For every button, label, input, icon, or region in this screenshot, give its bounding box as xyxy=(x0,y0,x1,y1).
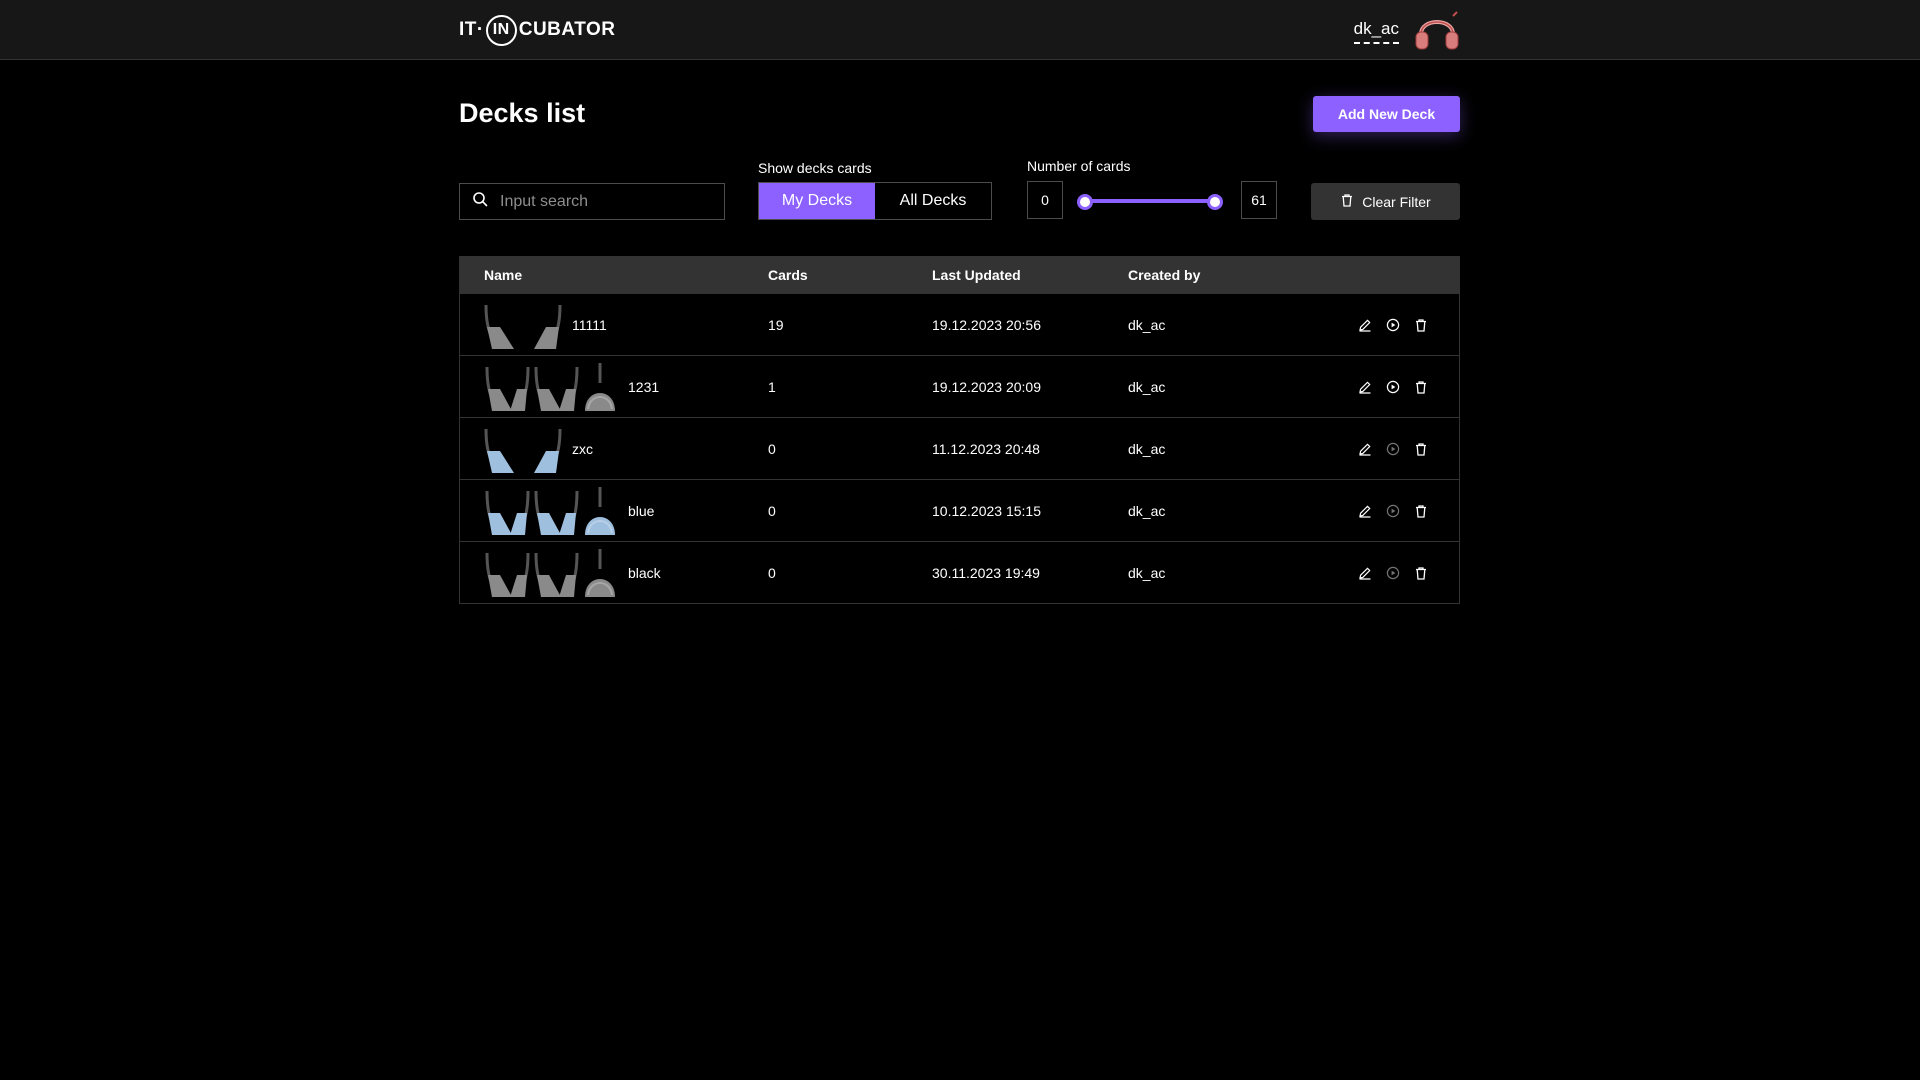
deck-last-updated: 11.12.2023 20:48 xyxy=(932,440,1040,457)
logo-text-right: CUBATOR xyxy=(518,19,616,40)
deck-cards-count: 0 xyxy=(768,564,776,581)
search-icon xyxy=(472,191,488,212)
tab-my-decks[interactable]: My Decks xyxy=(759,183,875,219)
deck-cover-image xyxy=(484,486,531,535)
deck-name-cell[interactable]: zxc xyxy=(484,418,593,479)
edit-icon[interactable] xyxy=(1356,316,1374,334)
table-row[interactable]: 11111 19 19.12.2023 20:56 dk_ac xyxy=(460,293,1459,355)
deck-cover-thumbs xyxy=(484,486,618,535)
deck-last-updated: 10.12.2023 15:15 xyxy=(932,502,1041,519)
deck-name[interactable]: 1231 xyxy=(628,379,659,395)
deck-name[interactable]: zxc xyxy=(572,441,593,457)
deck-cover-image xyxy=(582,486,618,535)
slider-min-handle[interactable] xyxy=(1077,194,1093,210)
cards-range-slider[interactable] xyxy=(1077,194,1223,210)
deck-name-cell[interactable]: blue xyxy=(484,480,654,541)
column-header-last-updated[interactable]: Last Updated xyxy=(932,257,1021,293)
edit-icon[interactable] xyxy=(1356,564,1374,582)
edit-icon[interactable] xyxy=(1356,502,1374,520)
deck-created-by: dk_ac xyxy=(1128,502,1166,519)
trash-icon[interactable] xyxy=(1412,378,1430,396)
toggle-label: Show decks cards xyxy=(758,160,872,176)
deck-name[interactable]: black xyxy=(628,565,661,581)
logo-text-left: IT· xyxy=(459,19,484,40)
add-new-deck-button[interactable]: Add New Deck xyxy=(1313,96,1460,132)
trash-icon[interactable] xyxy=(1412,564,1430,582)
clear-filter-label: Clear Filter xyxy=(1362,193,1431,210)
deck-cover-image xyxy=(484,300,562,349)
column-header-cards[interactable]: Cards xyxy=(768,257,808,293)
deck-cover-thumbs xyxy=(484,548,618,597)
trash-icon[interactable] xyxy=(1412,502,1430,520)
table-row[interactable]: blue 0 10.12.2023 15:15 dk_ac xyxy=(460,479,1459,541)
deck-last-updated: 19.12.2023 20:09 xyxy=(932,378,1041,395)
range-min-value: 0 xyxy=(1027,181,1063,219)
table-row[interactable]: black 0 30.11.2023 19:49 dk_ac xyxy=(460,541,1459,603)
search-field[interactable] xyxy=(459,183,725,220)
table-row[interactable]: 1231 1 19.12.2023 20:09 dk_ac xyxy=(460,355,1459,417)
column-header-name[interactable]: Name xyxy=(484,257,522,293)
range-max-value: 61 xyxy=(1241,181,1277,219)
deck-cover-image xyxy=(533,486,580,535)
tab-all-decks[interactable]: All Decks xyxy=(875,183,991,219)
deck-cards-count: 0 xyxy=(768,502,776,519)
trash-icon[interactable] xyxy=(1412,316,1430,334)
deck-name-cell[interactable]: 1231 xyxy=(484,356,659,417)
trash-icon[interactable] xyxy=(1412,440,1430,458)
play-icon[interactable] xyxy=(1384,564,1402,582)
play-icon[interactable] xyxy=(1384,502,1402,520)
deck-cover-image xyxy=(582,548,618,597)
column-header-created-by[interactable]: Created by xyxy=(1128,257,1200,293)
decks-toggle[interactable]: My Decks All Decks xyxy=(758,182,992,220)
deck-cover-image xyxy=(484,548,531,597)
deck-name[interactable]: 11111 xyxy=(572,317,607,333)
deck-created-by: dk_ac xyxy=(1128,378,1166,395)
slider-track xyxy=(1083,199,1217,203)
decks-table: Name Cards Last Updated Created by 11111… xyxy=(459,256,1460,604)
app-header: IT· IN CUBATOR dk_ac xyxy=(0,0,1920,60)
deck-cards-count: 19 xyxy=(768,316,784,333)
deck-created-by: dk_ac xyxy=(1128,316,1166,333)
deck-cover-image xyxy=(533,362,580,411)
deck-created-by: dk_ac xyxy=(1128,440,1166,457)
deck-name-cell[interactable]: 11111 xyxy=(484,294,607,355)
deck-actions xyxy=(1356,480,1430,541)
table-row[interactable]: zxc 0 11.12.2023 20:48 dk_ac xyxy=(460,417,1459,479)
deck-name-cell[interactable]: black xyxy=(484,542,661,603)
deck-last-updated: 30.11.2023 19:49 xyxy=(932,564,1040,581)
deck-actions xyxy=(1356,542,1430,603)
clear-filter-button[interactable]: Clear Filter xyxy=(1311,183,1460,220)
deck-cover-image xyxy=(582,362,618,411)
logo-circle: IN xyxy=(485,14,517,46)
deck-last-updated: 19.12.2023 20:56 xyxy=(932,316,1041,333)
deck-actions xyxy=(1356,418,1430,479)
deck-cards-count: 0 xyxy=(768,440,776,457)
deck-cover-image xyxy=(484,362,531,411)
deck-cover-thumbs xyxy=(484,362,618,411)
deck-cover-image xyxy=(484,424,562,473)
range-label: Number of cards xyxy=(1027,158,1131,174)
user-menu[interactable]: dk_ac xyxy=(1353,10,1461,52)
headphones-avatar-icon[interactable] xyxy=(1413,10,1461,52)
user-name[interactable]: dk_ac xyxy=(1353,19,1399,44)
page-title: Decks list xyxy=(459,98,586,128)
it-incubator-logo[interactable]: IT· IN CUBATOR xyxy=(459,13,615,47)
deck-cover-image xyxy=(533,548,580,597)
edit-icon[interactable] xyxy=(1356,440,1374,458)
deck-created-by: dk_ac xyxy=(1128,564,1166,581)
play-icon[interactable] xyxy=(1384,440,1402,458)
table-header: Name Cards Last Updated Created by xyxy=(460,257,1459,293)
slider-max-handle[interactable] xyxy=(1207,194,1223,210)
play-icon[interactable] xyxy=(1384,378,1402,396)
deck-cover-thumbs xyxy=(484,300,562,349)
edit-icon[interactable] xyxy=(1356,378,1374,396)
trash-icon xyxy=(1340,193,1354,210)
deck-actions xyxy=(1356,294,1430,355)
deck-name[interactable]: blue xyxy=(628,503,654,519)
search-input[interactable] xyxy=(498,191,712,212)
deck-cover-thumbs xyxy=(484,424,562,473)
play-icon[interactable] xyxy=(1384,316,1402,334)
deck-actions xyxy=(1356,356,1430,417)
deck-cards-count: 1 xyxy=(768,378,776,395)
